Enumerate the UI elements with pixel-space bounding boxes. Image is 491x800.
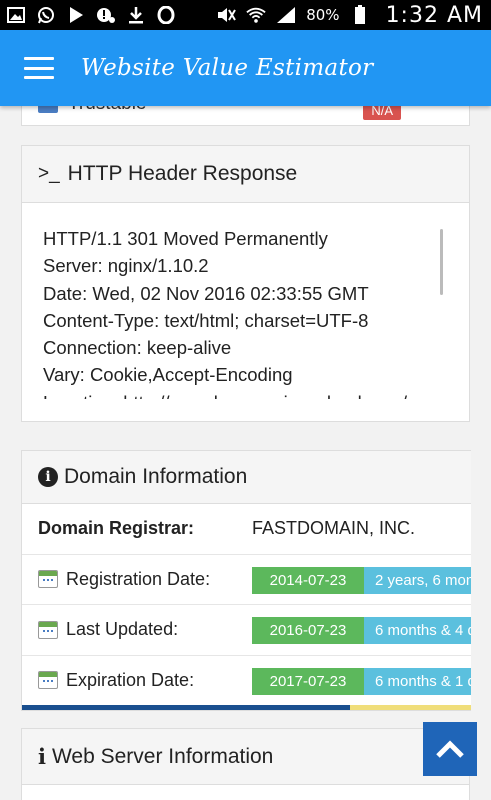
info-icon: i <box>38 467 58 487</box>
expiration-date-row: Expiration Date: 2017-07-23 6 months & 1… <box>22 656 471 706</box>
http-line: Date: Wed, 02 Nov 2016 02:33:55 GMT <box>43 282 369 304</box>
calendar-icon <box>38 671 58 690</box>
expiration-date-label-wrap: Expiration Date: <box>38 670 194 691</box>
registration-date-row: Registration Date: 2014-07-23 2 years, 6… <box>22 555 471 605</box>
notification-icons <box>6 6 176 24</box>
last-updated-badge: 2016-07-23 <box>252 617 364 644</box>
calendar-icon <box>38 620 58 639</box>
registration-date-label-wrap: Registration Date: <box>38 569 210 590</box>
download-icon <box>126 6 146 24</box>
clock: 1:32 AM <box>385 2 483 28</box>
domain-info-title: Domain Information <box>64 465 248 488</box>
registration-date-label: Registration Date: <box>66 568 211 589</box>
battery-percent: 80% <box>306 6 340 24</box>
last-updated-label: Last Updated: <box>66 619 179 640</box>
http-line: Server: nginx/1.10.2 <box>43 255 209 277</box>
expiration-left-badge: 6 months & 1 day left <box>364 667 471 695</box>
registration-date-badge: 2014-07-23 <box>252 566 364 594</box>
menu-icon[interactable] <box>24 57 54 79</box>
http-header-title: >_ HTTP Header Response <box>22 146 469 203</box>
chevron-up-icon <box>436 740 464 758</box>
image-icon <box>6 6 26 24</box>
expiration-progress-bar <box>22 705 471 710</box>
http-line: Connection: keep-alive <box>43 337 232 359</box>
info-icon: i <box>38 744 46 769</box>
http-scrollbar[interactable] <box>440 229 443 295</box>
last-updated-label-wrap: Last Updated: <box>38 619 178 640</box>
domain-info-header: i Domain Information <box>22 451 471 504</box>
web-server-header: i Web Server Information <box>22 729 469 785</box>
registrar-row: Domain Registrar: FASTDOMAIN, INC. <box>22 504 471 555</box>
web-server-card: i Web Server Information <box>21 728 470 800</box>
domain-info-card: i Domain Information Domain Registrar: F… <box>21 450 471 711</box>
scroll-to-top-button[interactable] <box>423 722 477 776</box>
expiration-date-badge: 2017-07-23 <box>252 667 364 695</box>
signal-icon <box>276 6 296 24</box>
calendar-icon <box>38 570 58 589</box>
http-line: Vary: Cookie,Accept-Encoding <box>43 364 293 386</box>
last-updated-row: Last Updated: 2016-07-23 6 months & 4 da… <box>22 605 471 656</box>
http-header-card: >_ HTTP Header Response HTTP/1.1 301 Mov… <box>21 145 470 422</box>
app-bar: Website Value Estimator <box>0 30 491 106</box>
play-store-icon <box>66 6 86 24</box>
expiration-progress-fill <box>22 705 350 710</box>
http-line: Content-Type: text/html; charset=UTF-8 <box>43 309 369 331</box>
registrar-label: Domain Registrar: <box>38 518 195 539</box>
http-response-box[interactable]: HTTP/1.1 301 Moved Permanently Server: n… <box>22 203 469 421</box>
system-icons: 80% 1:32 AM <box>216 3 483 28</box>
mute-icon <box>216 6 237 24</box>
registration-ago-badge: 2 years, 6 months ago <box>364 566 471 594</box>
http-title-text: HTTP Header Response <box>67 162 298 185</box>
last-updated-ago-badge: 6 months & 4 days ago <box>364 617 471 644</box>
http-box-bottom <box>22 399 469 421</box>
wifi-icon <box>246 6 266 24</box>
registrar-value: FASTDOMAIN, INC. <box>252 518 416 539</box>
http-line: HTTP/1.1 301 Moved Permanently <box>43 228 328 249</box>
whatsapp-icon <box>36 6 56 24</box>
web-server-title: Web Server Information <box>51 744 274 768</box>
terminal-icon: >_ <box>38 163 60 184</box>
opera-icon <box>156 6 176 24</box>
status-bar: 80% 1:32 AM <box>0 0 491 30</box>
app-title: Website Value Estimator <box>81 55 374 81</box>
expiration-date-label: Expiration Date: <box>66 669 195 690</box>
alert-icon <box>96 6 116 24</box>
battery-icon <box>350 5 370 24</box>
